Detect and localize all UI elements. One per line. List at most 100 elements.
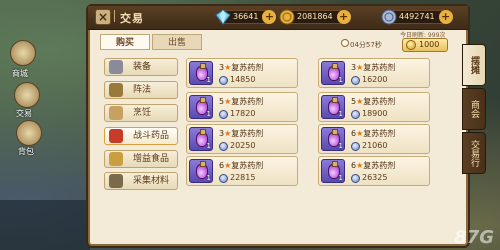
item-price: 21060 <box>351 141 388 151</box>
item-name: 5★复苏药剂 <box>219 96 263 107</box>
item-count: 1 <box>338 174 343 182</box>
item-price: 26325 <box>351 173 388 183</box>
silver-coin-icon <box>219 76 228 85</box>
item-name: 3★复苏药剂 <box>219 128 263 139</box>
item-name: 6★复苏药剂 <box>351 128 395 139</box>
item-card[interactable]: 1 5★复苏药剂 17820 <box>186 92 298 122</box>
item-name: 3★复苏药剂 <box>351 62 395 73</box>
item-price-value: 17820 <box>230 109 256 118</box>
item-title: 复苏药剂 <box>363 161 396 170</box>
item-title: 复苏药剂 <box>231 97 264 106</box>
category-icon <box>109 174 123 188</box>
silver-coin-icon <box>351 76 360 85</box>
item-count: 1 <box>338 142 343 150</box>
item-price-value: 14850 <box>230 75 256 84</box>
add-silver-button[interactable]: + <box>438 10 453 24</box>
item-title: 复苏药剂 <box>231 63 264 72</box>
item-price: 18900 <box>351 109 387 119</box>
category-icon <box>109 60 123 74</box>
item-count: 1 <box>338 110 343 118</box>
item-count: 1 <box>206 142 211 150</box>
watermark-logo: 87G <box>454 227 494 248</box>
item-slot: 1 <box>189 61 213 85</box>
category-label: 阵法 <box>133 85 152 95</box>
item-title: 复苏药剂 <box>363 129 396 138</box>
gold-coin-icon <box>406 40 416 50</box>
category-icon <box>109 129 123 143</box>
item-card[interactable]: 1 6★复苏药剂 21060 <box>318 124 430 154</box>
item-slot: 1 <box>321 95 345 119</box>
category-item[interactable]: 战斗药品 <box>104 127 178 145</box>
gold-value: 2081864 <box>297 12 333 21</box>
tab-buy[interactable]: 购买 <box>100 34 150 50</box>
refresh-button[interactable]: 1000 <box>402 38 448 52</box>
category-label: 战斗药品 <box>133 131 170 141</box>
item-slot: 1 <box>321 159 345 183</box>
chat-panel[interactable] <box>0 200 90 250</box>
item-card[interactable]: 1 3★复苏药剂 20250 <box>186 124 298 154</box>
silver-coin-icon <box>351 110 360 119</box>
item-slot: 1 <box>321 61 345 85</box>
item-card[interactable]: 1 3★复苏药剂 14850 <box>186 58 298 88</box>
silver-coin-icon <box>219 142 228 151</box>
item-title: 复苏药剂 <box>363 97 396 106</box>
item-price: 17820 <box>219 109 256 119</box>
item-card[interactable]: 1 6★复苏药剂 22815 <box>186 156 298 186</box>
item-name: 6★复苏药剂 <box>219 160 263 171</box>
silver-coin-icon <box>351 142 360 151</box>
silver-coin-icon <box>351 174 360 183</box>
item-price-value: 21060 <box>362 141 388 150</box>
clock-icon <box>341 39 349 47</box>
category-item[interactable]: 增益食品 <box>104 150 178 168</box>
title-separator <box>114 10 115 22</box>
refresh-timer: 04分57秒 <box>350 41 382 49</box>
diamond-currency: 36641 + <box>215 9 277 25</box>
trade-hud-button[interactable] <box>14 82 40 108</box>
add-diamond-button[interactable]: + <box>262 10 277 24</box>
category-item[interactable]: 阵法 <box>104 81 178 99</box>
category-icon <box>109 106 123 120</box>
shop-hud-button[interactable] <box>10 40 36 66</box>
side-tab[interactable]: 交易行 <box>462 132 486 174</box>
item-name: 3★复苏药剂 <box>219 62 263 73</box>
item-slot: 1 <box>189 127 213 151</box>
gold-coin-icon <box>279 9 295 25</box>
close-button[interactable]: × <box>95 9 111 25</box>
category-label: 装备 <box>133 62 152 72</box>
item-price: 22815 <box>219 173 255 183</box>
category-icon <box>109 152 123 166</box>
silver-coin-icon <box>219 110 228 119</box>
item-price-value: 16200 <box>362 75 388 84</box>
item-title: 复苏药剂 <box>363 63 396 72</box>
item-count: 1 <box>206 76 211 84</box>
side-tab[interactable]: 商会 <box>462 88 486 130</box>
item-slot: 1 <box>321 127 345 151</box>
item-title: 复苏药剂 <box>231 161 264 170</box>
add-gold-button[interactable]: + <box>336 10 351 24</box>
silver-currency: 4492741 + <box>381 9 453 25</box>
category-item[interactable]: 采集材料 <box>104 172 178 190</box>
tab-sell[interactable]: 出售 <box>152 34 202 50</box>
item-price: 14850 <box>219 75 256 85</box>
diamond-value: 36641 <box>233 12 259 21</box>
item-card[interactable]: 1 6★复苏药剂 26325 <box>318 156 430 186</box>
bag-hud-button[interactable] <box>16 120 42 146</box>
item-count: 1 <box>206 110 211 118</box>
side-tab[interactable]: 摆摊 <box>462 44 486 86</box>
panel-title: 交易 <box>120 12 144 25</box>
item-price: 20250 <box>219 141 255 151</box>
item-card[interactable]: 1 3★复苏药剂 16200 <box>318 58 430 88</box>
silver-coin-icon <box>219 174 228 183</box>
item-price-value: 26325 <box>362 173 388 182</box>
category-label: 增益食品 <box>133 154 170 164</box>
shop-hud-label: 商城 <box>12 69 28 78</box>
refresh-cost: 1000 <box>419 40 440 49</box>
category-item[interactable]: 烹饪 <box>104 104 178 122</box>
item-card[interactable]: 1 5★复苏药剂 18900 <box>318 92 430 122</box>
item-slot: 1 <box>189 159 213 183</box>
category-item[interactable]: 装备 <box>104 58 178 76</box>
silver-coin-icon <box>381 9 397 25</box>
item-count: 1 <box>338 76 343 84</box>
item-name: 5★复苏药剂 <box>351 96 395 107</box>
item-name: 6★复苏药剂 <box>351 160 395 171</box>
